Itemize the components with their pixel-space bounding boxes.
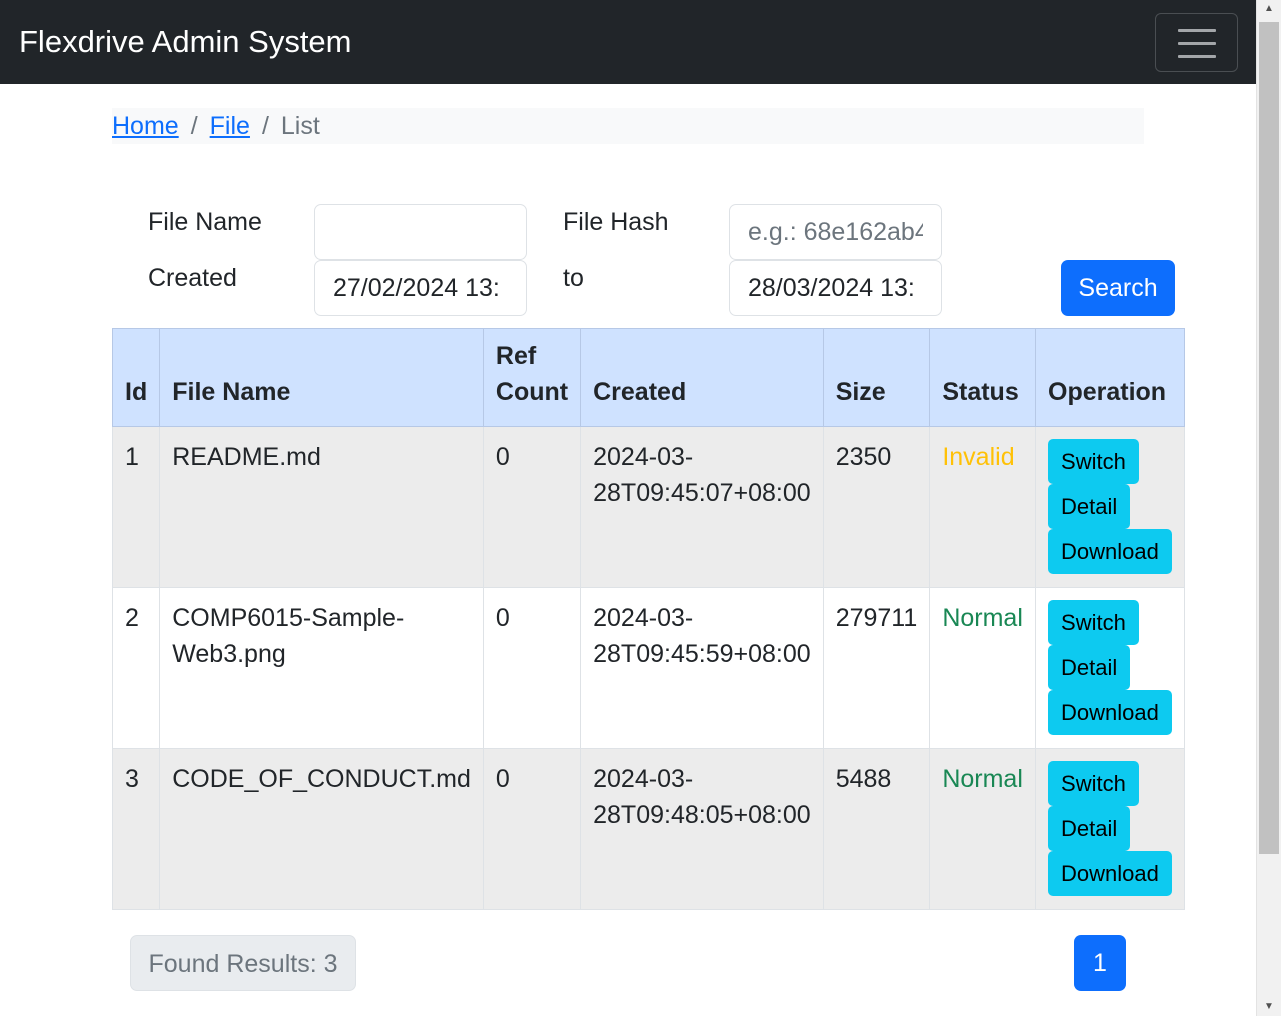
created-from-input[interactable] — [314, 260, 527, 316]
cell-size: 2350 — [822, 426, 931, 588]
navbar-toggler-button[interactable] — [1155, 13, 1238, 72]
cell-size: 5488 — [822, 748, 931, 910]
brand-title[interactable]: Flexdrive Admin System — [19, 22, 352, 62]
cell-id: 3 — [111, 748, 161, 910]
download-button[interactable]: Download — [1048, 529, 1172, 574]
table-row: 3 CODE_OF_CONDUCT.md 0 2024-03- 28T09:48:… — [111, 748, 1185, 910]
vertical-scrollbar[interactable]: ▲ ▼ — [1256, 0, 1281, 1016]
cell-size: 279711 — [822, 587, 931, 749]
column-header-ref-count: Ref Count — [482, 328, 582, 427]
breadcrumb-file-link[interactable]: File — [210, 108, 250, 144]
created-time-part: 28T09:45:59+08:00 — [593, 640, 811, 668]
status-badge: Normal — [929, 587, 1037, 749]
cell-file-name: README.md — [159, 426, 484, 588]
status-badge: Invalid — [929, 426, 1037, 588]
detail-button[interactable]: Detail — [1048, 806, 1131, 851]
status-badge: Normal — [929, 748, 1037, 910]
created-to-input[interactable] — [729, 260, 942, 316]
created-date-part: 2024-03- — [593, 765, 694, 793]
menu-icon-bar — [1178, 55, 1216, 58]
scrollbar-thumb[interactable] — [1259, 22, 1279, 854]
column-header-size: Size — [822, 328, 931, 427]
cell-id: 1 — [111, 426, 161, 588]
cell-created: 2024-03- 28T09:48:05+08:00 — [580, 748, 824, 910]
detail-button[interactable]: Detail — [1048, 484, 1131, 529]
cell-created: 2024-03- 28T09:45:59+08:00 — [580, 587, 824, 749]
breadcrumb-separator: / — [261, 112, 269, 140]
table-header-row: Id File Name Ref Count Created Size Statu… — [111, 328, 1185, 427]
file-table: Id File Name Ref Count Created Size Statu… — [111, 328, 1185, 910]
breadcrumb-separator: / — [190, 112, 198, 140]
cell-id: 2 — [111, 587, 161, 749]
menu-icon-bar — [1178, 29, 1216, 32]
column-header-file-name: File Name — [159, 328, 484, 427]
search-button[interactable]: Search — [1061, 260, 1175, 316]
switch-button[interactable]: Switch — [1048, 600, 1139, 645]
cell-operation: Switch Detail Download — [1035, 748, 1185, 910]
column-header-operation: Operation — [1035, 328, 1185, 427]
breadcrumb-current: List — [280, 112, 320, 140]
file-name-label: File Name — [148, 208, 262, 236]
scroll-up-arrow-icon[interactable]: ▲ — [1257, 0, 1281, 18]
switch-button[interactable]: Switch — [1048, 761, 1139, 806]
cell-created: 2024-03- 28T09:45:07+08:00 — [580, 426, 824, 588]
ref-count-header-line: Ref — [495, 342, 537, 370]
table-row: 2 COMP6015-Sample-Web3.png 0 2024-03- 28T… — [111, 587, 1185, 749]
column-header-created: Created — [580, 328, 824, 427]
created-time-part: 28T09:48:05+08:00 — [593, 801, 811, 829]
cell-operation: Switch Detail Download — [1035, 426, 1185, 588]
scroll-down-arrow-icon[interactable]: ▼ — [1257, 998, 1281, 1016]
found-results-badge: Found Results: 3 — [130, 935, 356, 991]
column-header-status: Status — [929, 328, 1037, 427]
top-navbar: Flexdrive Admin System — [0, 0, 1256, 84]
cell-ref-count: 0 — [482, 587, 582, 749]
file-hash-label: File Hash — [563, 208, 669, 236]
cell-file-name: COMP6015-Sample-Web3.png — [159, 587, 484, 749]
menu-icon-bar — [1178, 42, 1216, 45]
table-row: 1 README.md 0 2024-03- 28T09:45:07+08:00 … — [111, 426, 1185, 588]
pagination-page-1[interactable]: 1 — [1074, 935, 1126, 991]
file-hash-input[interactable] — [729, 204, 942, 260]
file-name-input[interactable] — [314, 204, 527, 260]
cell-file-name: CODE_OF_CONDUCT.md — [159, 748, 484, 910]
created-time-part: 28T09:45:07+08:00 — [593, 479, 811, 507]
cell-ref-count: 0 — [482, 426, 582, 588]
switch-button[interactable]: Switch — [1048, 439, 1139, 484]
created-to-label: to — [563, 264, 584, 292]
created-date-part: 2024-03- — [593, 443, 694, 471]
column-header-id: Id — [111, 328, 161, 427]
download-button[interactable]: Download — [1048, 690, 1172, 735]
created-date-part: 2024-03- — [593, 604, 694, 632]
detail-button[interactable]: Detail — [1048, 645, 1131, 690]
cell-ref-count: 0 — [482, 748, 582, 910]
ref-count-header-line: Count — [495, 378, 569, 406]
download-button[interactable]: Download — [1048, 851, 1172, 896]
created-label: Created — [148, 264, 237, 292]
breadcrumb-home-link[interactable]: Home — [112, 108, 179, 144]
breadcrumb: Home / File / List — [112, 108, 1144, 144]
cell-operation: Switch Detail Download — [1035, 587, 1185, 749]
